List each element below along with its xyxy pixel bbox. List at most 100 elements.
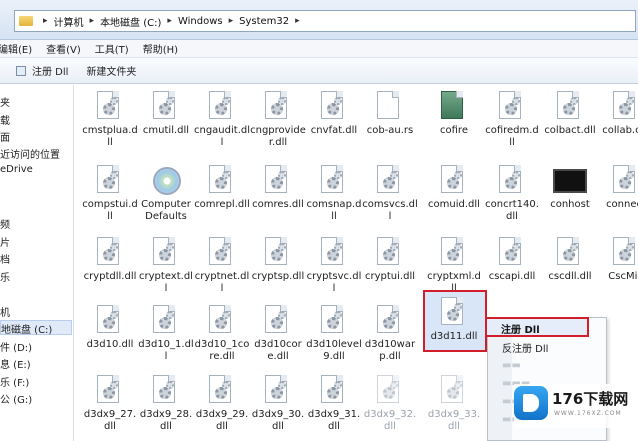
file-name: collab.cpl <box>602 125 638 136</box>
file-item[interactable]: cryptext.dll <box>138 237 194 295</box>
menu-view[interactable]: 查看(V) <box>46 41 81 56</box>
file-item[interactable]: connect <box>598 165 638 211</box>
file-item[interactable]: cngaudit.dll <box>194 91 250 149</box>
file-item[interactable]: cofire <box>426 91 482 137</box>
dll-file-icon <box>265 91 291 123</box>
dll-file-icon <box>321 165 347 197</box>
file-name: cofiredm.dll <box>485 125 539 148</box>
file-item[interactable]: comrepl.dll <box>194 165 250 211</box>
dll-file-icon <box>441 237 467 269</box>
nav-item-videos[interactable]: 频 <box>0 216 10 231</box>
watermark-brand: 176下载网 <box>552 390 629 408</box>
file-item[interactable]: cofiredm.dll <box>484 91 540 149</box>
file-item[interactable]: cngprovider.dll <box>250 91 306 149</box>
nav-item-documents[interactable]: 档 <box>0 251 10 266</box>
breadcrumb-local-disk[interactable]: 本地磁盘 (C:) <box>100 14 161 29</box>
dll-file-icon <box>97 91 123 123</box>
register-dll-button[interactable]: 注册 Dll <box>0 63 68 78</box>
file-item[interactable]: cryptnet.dll <box>194 237 250 295</box>
brand-logo-icon <box>514 386 548 420</box>
file-name: CscMig <box>608 271 638 282</box>
file-item[interactable]: d3d10_1.dll <box>138 305 194 363</box>
file-item[interactable]: cmutil.dll <box>138 91 194 137</box>
breadcrumb-computer[interactable]: 计算机 <box>54 14 84 29</box>
file-name: d3dx9_33.dll <box>427 409 481 432</box>
file-item[interactable]: comres.dll <box>250 165 306 211</box>
file-item[interactable]: compstui.dll <box>82 165 138 223</box>
nav-item-music[interactable]: 乐 <box>0 269 10 284</box>
file-item[interactable]: cob-au.rs <box>362 91 418 137</box>
chevron-right-icon[interactable]: ▸ <box>167 16 172 26</box>
nav-item-computer[interactable]: 机 <box>0 304 10 319</box>
file-item[interactable]: d3dx9_28.dll <box>138 375 194 433</box>
file-item[interactable]: cmstplua.dll <box>82 91 138 149</box>
chevron-right-icon[interactable]: ▸ <box>229 16 234 26</box>
new-folder-button[interactable]: 新建文件夹 <box>86 63 136 78</box>
chevron-right-icon[interactable]: ▸ <box>43 16 48 26</box>
menu-edit[interactable]: 编辑(E) <box>0 41 32 56</box>
dll-file-icon <box>265 305 291 337</box>
file-item[interactable]: conhost <box>542 165 598 211</box>
console-window-icon <box>553 165 587 197</box>
file-item[interactable]: d3d10warp.dll <box>362 305 418 363</box>
file-item[interactable]: cryptdll.dll <box>82 237 138 283</box>
file-item[interactable]: d3dx9_32.dll <box>362 375 418 433</box>
file-item[interactable]: cryptsp.dll <box>250 237 306 283</box>
nav-item-downloads[interactable]: 载 <box>0 112 10 127</box>
file-item[interactable]: d3dx9_30.dll <box>250 375 306 433</box>
file-item-d3d11-selected[interactable]: d3d11.dll <box>426 297 482 343</box>
breadcrumb-system32[interactable]: System32 <box>239 16 289 27</box>
file-item[interactable]: d3d10.dll <box>82 305 138 351</box>
nav-item-favorites[interactable]: 夹 <box>0 94 10 109</box>
dll-file-icon <box>209 305 235 337</box>
dll-file-icon <box>441 165 467 197</box>
dll-file-icon <box>321 375 347 407</box>
file-item[interactable]: d3dx9_31.dll <box>306 375 362 433</box>
file-item[interactable]: d3d10level9.dll <box>306 305 362 363</box>
nav-item-drive-g[interactable]: 公 (G:) <box>0 391 32 406</box>
dll-file-icon <box>209 375 235 407</box>
file-item[interactable]: cryptxml.dll <box>426 237 482 295</box>
file-name: d3dx9_28.dll <box>139 409 193 432</box>
nav-item-onedrive[interactable]: eDrive <box>0 164 33 175</box>
file-item[interactable]: cryptui.dll <box>362 237 418 283</box>
file-item[interactable]: concrt140.dll <box>484 165 540 223</box>
file-item[interactable]: d3dx9_27.dll <box>82 375 138 433</box>
nav-item-recent-places[interactable]: 近访问的位置 <box>0 146 60 161</box>
nav-item-drive-e[interactable]: 息 (E:) <box>0 356 31 371</box>
nav-item-drive-f[interactable]: 乐 (F:) <box>0 374 29 389</box>
file-item[interactable]: comsvcs.dll <box>362 165 418 223</box>
file-item[interactable]: comuid.dll <box>426 165 482 211</box>
menu-item-register-dll[interactable]: 注册 Dll <box>485 317 589 337</box>
nav-item-pictures[interactable]: 片 <box>0 234 10 249</box>
file-item[interactable]: cryptsvc.dll <box>306 237 362 295</box>
menu-item-unregister-dll[interactable]: 反注册 Dll <box>502 340 548 355</box>
breadcrumb-windows[interactable]: Windows <box>178 16 223 27</box>
file-name: d3d10_1core.dll <box>194 339 250 362</box>
file-item[interactable]: cscdll.dll <box>542 237 598 283</box>
file-name: cmstplua.dll <box>82 125 138 148</box>
file-item[interactable]: d3d10_1core.dll <box>194 305 250 363</box>
menu-item-faded[interactable]: ▬▬ <box>502 360 521 371</box>
nav-item-drive-d[interactable]: 件 (D:) <box>0 339 32 354</box>
dll-file-icon <box>377 375 403 407</box>
file-item[interactable]: colbact.dll <box>542 91 598 137</box>
file-item[interactable]: Computer Defaults <box>138 165 194 223</box>
dll-file-icon <box>153 375 179 407</box>
file-item[interactable]: d3dx9_29.dll <box>194 375 250 433</box>
file-item[interactable]: cscapi.dll <box>484 237 540 283</box>
file-item[interactable]: collab.cpl <box>598 91 638 137</box>
file-item[interactable]: CscMig <box>598 237 638 283</box>
address-field[interactable]: ▸ 计算机 ▸ 本地磁盘 (C:) ▸ Windows ▸ System32 ▸ <box>14 10 636 32</box>
nav-item-local-disk-c[interactable]: 地磁盘 (C:) <box>0 320 72 336</box>
chevron-right-icon[interactable]: ▸ <box>90 16 95 26</box>
chevron-right-icon[interactable]: ▸ <box>295 16 300 26</box>
file-item[interactable]: comsnap.dll <box>306 165 362 223</box>
menu-tools[interactable]: 工具(T) <box>95 41 129 56</box>
file-item[interactable]: d3d10core.dll <box>250 305 306 363</box>
file-item[interactable]: d3dx9_33.dll <box>426 375 482 433</box>
menu-help[interactable]: 帮助(H) <box>143 41 178 56</box>
nav-item-desktop[interactable]: 面 <box>0 129 10 144</box>
dll-file-icon <box>265 165 291 197</box>
file-item[interactable]: cnvfat.dll <box>306 91 362 137</box>
